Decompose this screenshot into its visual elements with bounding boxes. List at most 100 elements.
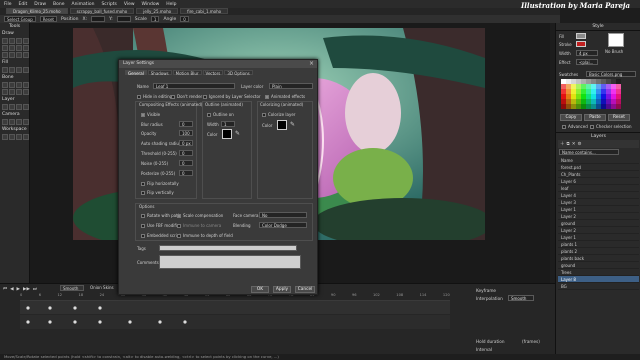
- tool-icon[interactable]: [9, 82, 15, 88]
- tool-icon[interactable]: [9, 119, 15, 125]
- ok-button[interactable]: OK: [251, 286, 269, 293]
- tool-icon[interactable]: [23, 45, 29, 51]
- layer-row[interactable]: ground: [558, 262, 639, 269]
- advanced-checkbox[interactable]: Advanced: [562, 124, 588, 129]
- interpolation-dropdown[interactable]: Smooth: [508, 295, 534, 301]
- paste-button[interactable]: Paste: [584, 114, 606, 121]
- tab-vectors[interactable]: Vectors: [202, 70, 224, 76]
- checker-selection-checkbox[interactable]: Checker selection: [590, 124, 632, 129]
- tags-input[interactable]: [159, 245, 297, 251]
- brush-preview[interactable]: [608, 33, 624, 47]
- first-frame-icon[interactable]: ⏮: [3, 286, 7, 292]
- color-swatch-grid[interactable]: [561, 79, 621, 109]
- embedded-script-checkbox[interactable]: Embedded script: [141, 233, 181, 238]
- onion-skins-toggle[interactable]: Onion Skins: [90, 285, 114, 290]
- layer-row[interactable]: ground: [558, 220, 639, 227]
- blending-dropdown[interactable]: Color Dodge: [259, 222, 307, 228]
- menu-bone[interactable]: Bone: [53, 2, 64, 7]
- smooth-dropdown[interactable]: Smooth: [60, 285, 84, 291]
- duplicate-layer-icon[interactable]: ⧉: [567, 141, 570, 147]
- fill-color-swatch[interactable]: [576, 33, 586, 39]
- tool-icon[interactable]: [9, 38, 15, 44]
- tool-icon[interactable]: [16, 52, 22, 58]
- last-frame-icon[interactable]: ⏭: [33, 286, 37, 292]
- tool-icon[interactable]: [2, 82, 8, 88]
- threshold-field[interactable]: 0: [179, 150, 193, 156]
- width-field[interactable]: 4 px: [576, 50, 598, 56]
- immune-dof-checkbox[interactable]: Immune to depth of field: [177, 233, 233, 238]
- scale-field[interactable]: 1: [150, 16, 160, 22]
- tool-icon[interactable]: [2, 104, 8, 110]
- tool-icon[interactable]: [16, 119, 22, 125]
- face-camera-dropdown[interactable]: No: [259, 212, 307, 218]
- layer-row[interactable]: plants 2: [558, 248, 639, 255]
- tool-icon[interactable]: [23, 89, 29, 95]
- tool-icon[interactable]: [23, 119, 29, 125]
- tool-icon[interactable]: [16, 134, 22, 140]
- scale-compensation-checkbox[interactable]: Scale compensation: [177, 213, 223, 218]
- layer-row[interactable]: plants 1: [558, 241, 639, 248]
- tab-general[interactable]: General: [125, 70, 147, 76]
- menu-help[interactable]: Help: [166, 2, 176, 7]
- rotate-path-checkbox[interactable]: Rotate with path: [141, 213, 180, 218]
- timeline-track-2[interactable]: [20, 315, 450, 329]
- layer-color-dropdown[interactable]: Plain: [269, 83, 313, 89]
- tool-icon[interactable]: [2, 52, 8, 58]
- layer-row[interactable]: Layer 4: [558, 192, 639, 199]
- tool-icon[interactable]: [9, 134, 15, 140]
- posterize-field[interactable]: 0: [179, 170, 193, 176]
- effect-dropdown[interactable]: <plai...: [576, 59, 598, 65]
- prev-frame-icon[interactable]: ◀: [10, 287, 13, 292]
- tool-icon[interactable]: [9, 89, 15, 95]
- layer-row[interactable]: Name: [558, 157, 639, 164]
- menu-edit[interactable]: Edit: [19, 2, 28, 7]
- next-frame-icon[interactable]: ▶▶: [23, 287, 30, 292]
- layer-row[interactable]: Layer 2: [558, 227, 639, 234]
- select-group-dropdown[interactable]: Select Group: [4, 16, 36, 22]
- immune-camera-checkbox[interactable]: Immune to camera: [177, 223, 221, 228]
- close-icon[interactable]: ×: [309, 60, 314, 68]
- layer-row[interactable]: BG: [558, 283, 639, 290]
- tool-icon[interactable]: [23, 52, 29, 58]
- tool-icon[interactable]: [16, 104, 22, 110]
- tool-icon[interactable]: [16, 82, 22, 88]
- tool-icon[interactable]: [23, 67, 29, 73]
- layer-row[interactable]: Layer 3: [558, 199, 639, 206]
- tool-icon[interactable]: [2, 119, 8, 125]
- tool-icon[interactable]: [23, 104, 29, 110]
- flip-horizontally-checkbox[interactable]: Flip horizontally: [141, 181, 179, 186]
- doc-tab[interactable]: fire_cabi_1.moho: [180, 8, 229, 14]
- doc-tab[interactable]: Dragon_Klimo_25.moho: [6, 8, 68, 14]
- menu-file[interactable]: File: [4, 2, 12, 7]
- layer-row[interactable]: Ch_Plants: [558, 171, 639, 178]
- tab-shadows[interactable]: Shadows: [147, 70, 172, 76]
- doc-tab[interactable]: scrappy_ball_fused.moho: [69, 8, 135, 14]
- menu-draw[interactable]: Draw: [34, 2, 46, 7]
- noise-field[interactable]: 0: [179, 160, 193, 166]
- blur-radius-field[interactable]: 0: [179, 121, 193, 127]
- reset-button[interactable]: Reset: [39, 16, 57, 22]
- layer-settings-icon[interactable]: ⚙: [578, 142, 582, 147]
- position-y-field[interactable]: [116, 16, 131, 22]
- layer-row[interactable]: Layer 1: [558, 206, 639, 213]
- dont-render-checkbox[interactable]: Don't render: [171, 94, 202, 99]
- visible-checkbox[interactable]: Visible: [141, 112, 160, 117]
- swatch-set-dropdown[interactable]: Basic Colors.png: [586, 71, 636, 77]
- tab-motion-blur[interactable]: Motion Blur: [172, 70, 202, 76]
- tool-icon[interactable]: [23, 38, 29, 44]
- dialog-titlebar[interactable]: Layer Settings ×: [119, 60, 317, 68]
- outline-on-checkbox[interactable]: Outline on: [207, 112, 234, 117]
- position-x-field[interactable]: [91, 16, 106, 22]
- name-input[interactable]: Leaf 1: [153, 83, 235, 89]
- layer-row[interactable]: leaf: [558, 185, 639, 192]
- new-layer-icon[interactable]: ＋: [560, 141, 565, 147]
- tool-icon[interactable]: [2, 134, 8, 140]
- tool-icon[interactable]: [23, 134, 29, 140]
- tool-icon[interactable]: [9, 45, 15, 51]
- timeline-track-1[interactable]: [20, 300, 450, 314]
- colorize-color-swatch[interactable]: [277, 120, 287, 130]
- tool-icon[interactable]: [2, 67, 8, 73]
- doc-tab[interactable]: jelly_25.moho: [136, 8, 179, 14]
- apply-button[interactable]: Apply: [273, 286, 291, 293]
- layer-row[interactable]: Layer 2: [558, 213, 639, 220]
